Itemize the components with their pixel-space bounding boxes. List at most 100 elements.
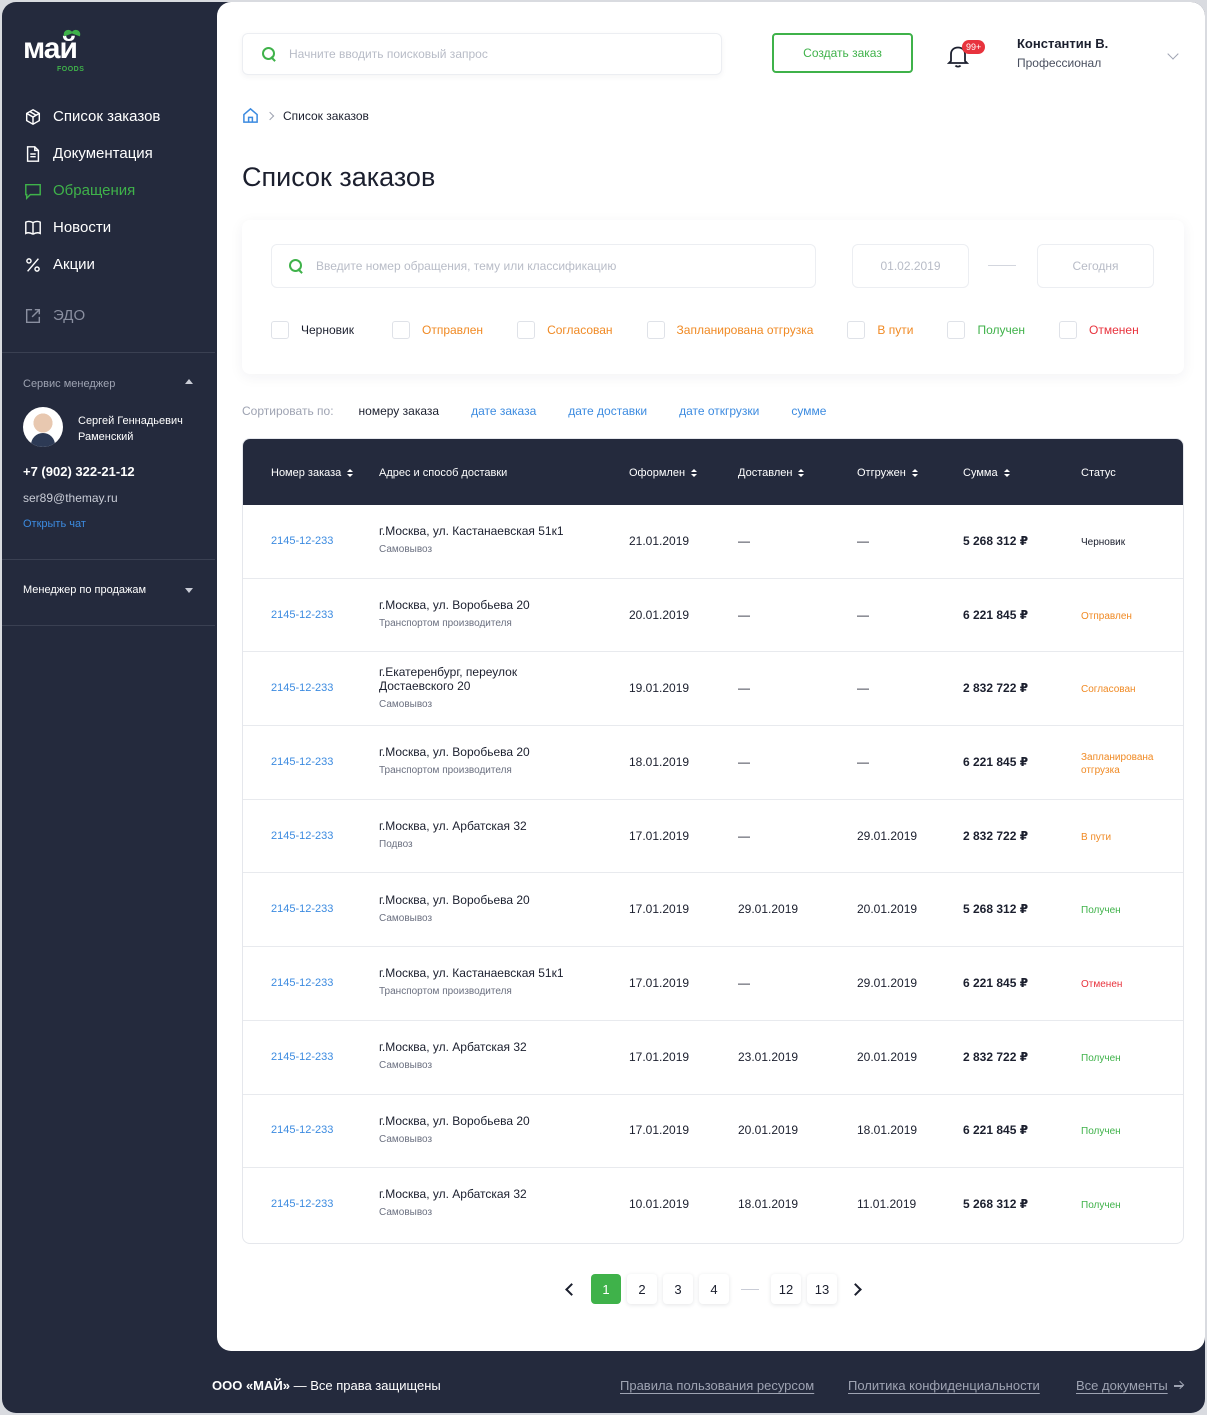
delivered-date: 18.01.2019	[738, 1197, 799, 1212]
filter-search-input[interactable]	[316, 259, 716, 273]
chevron-down-icon[interactable]	[1167, 48, 1179, 60]
created-date: 19.01.2019	[629, 681, 690, 696]
table-row[interactable]: 2145-12-233 г.Москва, ул. Воробьева 20 Сам…	[243, 1095, 1183, 1169]
filter-search[interactable]	[271, 244, 816, 288]
status-filter-checkbox[interactable]: Отправлен	[391, 321, 483, 339]
status-filter-checkbox[interactable]: Запланирована отгрузка	[646, 321, 814, 339]
date-from-field[interactable]: 01.02.2019	[852, 244, 969, 288]
column-header-delivered[interactable]: Доставлен	[738, 467, 805, 479]
user-name[interactable]: Константин В.	[1017, 36, 1108, 51]
checkbox[interactable]	[1059, 321, 1078, 339]
column-header-sum[interactable]: Сумма	[963, 467, 1010, 479]
checkbox[interactable]	[391, 321, 410, 339]
column-header-number[interactable]: Номер заказа	[271, 467, 354, 479]
order-number-link[interactable]: 2145-12-233	[271, 609, 333, 621]
expand-down-icon[interactable]	[185, 588, 193, 593]
table-row[interactable]: 2145-12-233 г.Москва, ул. Арбатская 32 Сам…	[243, 1168, 1183, 1242]
order-number-link[interactable]: 2145-12-233	[271, 1051, 333, 1063]
sort-by-number[interactable]: номеру заказа	[359, 404, 440, 418]
page-button[interactable]: 4	[699, 1274, 729, 1304]
open-chat-link[interactable]: Открыть чат	[23, 518, 86, 530]
page-button[interactable]: 3	[663, 1274, 693, 1304]
checkbox[interactable]	[646, 321, 665, 339]
table-row[interactable]: 2145-12-233 г.Москва, ул. Кастанаевская 5…	[243, 947, 1183, 1021]
page-button[interactable]: 12	[771, 1274, 801, 1304]
manager-email[interactable]: ser89@themay.ru	[23, 491, 118, 505]
order-number-link[interactable]: 2145-12-233	[271, 682, 333, 694]
status-filter-checkbox[interactable]: В пути	[847, 321, 913, 339]
table-row[interactable]: 2145-12-233 г.Москва, ул. Кастанаевская 5…	[243, 505, 1183, 579]
sidebar-item-requests[interactable]: Обращения	[23, 172, 160, 209]
footer-link-terms[interactable]: Правила пользования ресурсом	[620, 1378, 814, 1393]
sort-by-delivery-date[interactable]: дате доставки	[568, 404, 647, 418]
checkbox[interactable]	[947, 321, 966, 339]
status-filter-checkbox[interactable]: Получен	[947, 321, 1025, 339]
global-search[interactable]	[242, 33, 722, 75]
status-badge: В пути	[1081, 831, 1112, 843]
table-row[interactable]: 2145-12-233 г.Москва, ул. Воробьева 20 Сам…	[243, 874, 1183, 948]
table-row[interactable]: 2145-12-233 г.Москва, ул. Арбатская 32 Сам…	[243, 1021, 1183, 1095]
order-sum: 5 268 312 ₽	[963, 533, 1029, 548]
status-filter-label: Запланирована отгрузка	[676, 323, 814, 337]
order-number-link[interactable]: 2145-12-233	[271, 977, 333, 989]
sort-by-sum[interactable]: сумме	[791, 404, 826, 418]
address-cell: г.Москва, ул. Воробьева 20 Транспортом пр…	[379, 598, 589, 629]
sidebar-item-label: Обращения	[53, 182, 136, 199]
next-page-button[interactable]	[843, 1274, 867, 1304]
sidebar-item-news[interactable]: Новости	[23, 209, 160, 246]
sidebar-item-orders[interactable]: Список заказов	[23, 98, 160, 135]
page-title: Список заказов	[242, 162, 436, 192]
column-header-shipped[interactable]: Отгружен	[857, 467, 918, 479]
collapse-up-icon[interactable]	[185, 379, 193, 384]
sort-by-shipping-date[interactable]: дате откгрузки	[679, 404, 759, 418]
status-filter-checkbox[interactable]: Отменен	[1059, 321, 1139, 339]
date-to-field[interactable]: Сегодня	[1037, 244, 1154, 288]
order-number-link[interactable]: 2145-12-233	[271, 1198, 333, 1210]
order-number-link[interactable]: 2145-12-233	[271, 1124, 333, 1136]
table-row[interactable]: 2145-12-233 г.Москва, ул. Воробьева 20 Тра…	[243, 579, 1183, 653]
arrow-right-icon	[1173, 1381, 1184, 1391]
logo[interactable]: май FOODS	[23, 34, 103, 78]
status-filter-checkbox[interactable]: Черновик	[271, 321, 354, 339]
checkbox[interactable]	[271, 321, 289, 339]
sidebar-item-label: Акции	[53, 256, 95, 273]
logo-sub: FOODS	[57, 66, 85, 73]
sidebar-item-edo[interactable]: ЭДО	[23, 297, 160, 334]
prev-page-button[interactable]	[559, 1274, 583, 1304]
pagination: 1 2 3 4 12 13	[559, 1274, 867, 1304]
order-number-link[interactable]: 2145-12-233	[271, 756, 333, 768]
manager-phone[interactable]: +7 (902) 322-21-12	[23, 464, 135, 479]
sort-icon	[691, 468, 698, 478]
avatar	[23, 407, 63, 447]
checkbox[interactable]	[847, 321, 866, 339]
home-icon[interactable]	[242, 107, 259, 124]
order-number-link[interactable]: 2145-12-233	[271, 535, 333, 547]
shipped-date: 29.01.2019	[857, 976, 918, 991]
delivery-method: Транспортом производителя	[379, 986, 512, 998]
created-date: 17.01.2019	[629, 1049, 690, 1064]
order-sum: 2 832 722 ₽	[963, 828, 1029, 843]
sidebar-divider	[2, 559, 215, 560]
footer-link-privacy[interactable]: Политика конфиденциальности	[848, 1378, 1040, 1393]
status-filters: Черновик Отправлен Согласован Запланирована…	[271, 321, 1139, 339]
column-header-created[interactable]: Оформлен	[629, 467, 698, 479]
table-row[interactable]: 2145-12-233 г.Екатеренбург, переулок Дост…	[243, 652, 1183, 727]
status-filter-checkbox[interactable]: Согласован	[517, 321, 613, 339]
delivered-date: 23.01.2019	[738, 1049, 799, 1064]
order-number-link[interactable]: 2145-12-233	[271, 903, 333, 915]
page-button[interactable]: 2	[627, 1274, 657, 1304]
page-button[interactable]: 13	[807, 1274, 837, 1304]
sidebar-item-docs[interactable]: Документация	[23, 135, 160, 172]
page-button[interactable]: 1	[591, 1274, 621, 1304]
create-order-button[interactable]: Создать заказ	[772, 33, 913, 73]
footer-link-all-docs[interactable]: Все документы	[1076, 1378, 1184, 1393]
table-row[interactable]: 2145-12-233 г.Москва, ул. Арбатская 32 Под…	[243, 800, 1183, 874]
checkbox[interactable]	[517, 321, 536, 339]
table-row[interactable]: 2145-12-233 г.Москва, ул. Воробьева 20 Тра…	[243, 726, 1183, 800]
order-number-link[interactable]: 2145-12-233	[271, 830, 333, 842]
global-search-input[interactable]	[289, 47, 689, 61]
sidebar-item-promo[interactable]: Акции	[23, 246, 160, 283]
status-filter-label: Черновик	[301, 323, 354, 337]
sales-manager-title[interactable]: Менеджер по продажам	[23, 584, 146, 596]
sort-by-order-date[interactable]: дате заказа	[471, 404, 536, 418]
